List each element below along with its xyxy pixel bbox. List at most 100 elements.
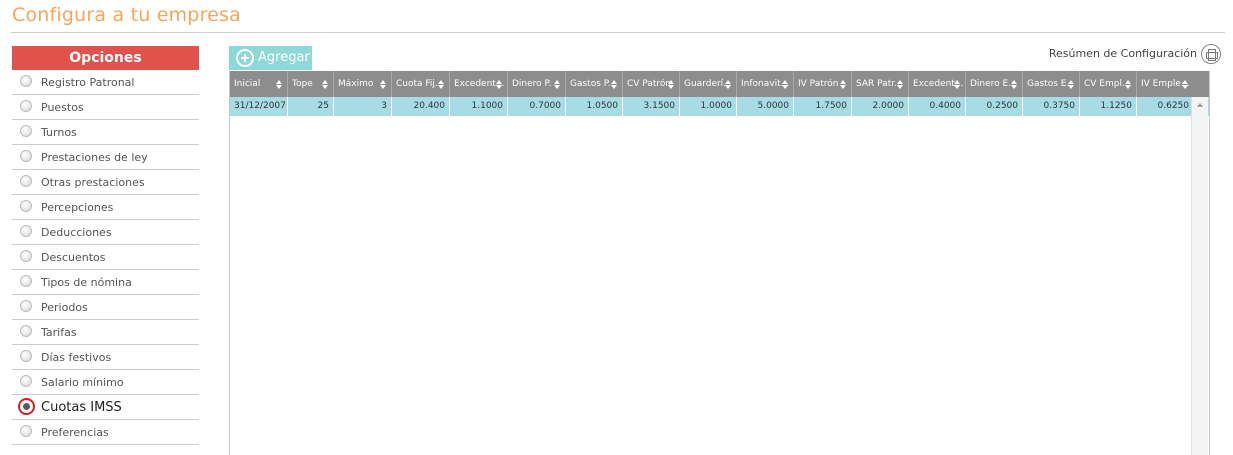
cuotas-imss-grid: Inicial Tope Máximo Cuota Fij... Excedent...… xyxy=(229,71,1210,455)
sidebar-item-cuotas-imss[interactable]: Cuotas IMSS xyxy=(12,395,199,420)
sort-icon[interactable] xyxy=(276,80,283,89)
sidebar-item-registro-patronal[interactable]: Registro Patronal xyxy=(12,70,199,95)
sort-icon[interactable] xyxy=(496,80,503,89)
sidebar-item-deducciones[interactable]: Deducciones xyxy=(12,220,199,245)
table-cell: 0.6250 xyxy=(1137,97,1194,116)
sort-icon[interactable] xyxy=(897,80,904,89)
sort-icon[interactable] xyxy=(954,80,961,89)
sidebar-item-label: Días festivos xyxy=(41,351,112,364)
sort-icon[interactable] xyxy=(611,80,618,89)
sidebar-item-label: Deducciones xyxy=(41,226,112,239)
column-header[interactable]: Infonavit... xyxy=(737,71,794,97)
table-cell: 1.0500 xyxy=(566,97,623,116)
column-header[interactable]: IV Emple... xyxy=(1137,71,1194,97)
sidebar-item-prestaciones-de-ley[interactable]: Prestaciones de ley xyxy=(12,145,199,170)
radio-unselected-icon[interactable] xyxy=(20,100,32,112)
sort-icon[interactable] xyxy=(380,80,387,89)
sort-icon[interactable] xyxy=(554,80,561,89)
column-header[interactable]: Guarderí... xyxy=(680,71,737,97)
sort-icon[interactable] xyxy=(1182,80,1189,89)
scroll-up-icon[interactable] xyxy=(1197,103,1203,107)
sidebar-item-label: Tipos de nómina xyxy=(41,276,132,289)
sidebar-item-label: Cuotas IMSS xyxy=(41,400,122,415)
sidebar-item-otras-prestaciones[interactable]: Otras prestaciones xyxy=(12,170,199,195)
radio-unselected-icon[interactable] xyxy=(20,200,32,212)
sort-icon[interactable] xyxy=(438,80,445,89)
sort-icon[interactable] xyxy=(322,80,329,89)
column-header[interactable]: CV Empl... xyxy=(1080,71,1137,97)
sort-icon[interactable] xyxy=(1125,80,1132,89)
sort-icon[interactable] xyxy=(840,80,847,89)
sidebar-item-tarifas[interactable]: Tarifas xyxy=(12,320,199,345)
radio-unselected-icon[interactable] xyxy=(20,250,32,262)
sidebar-item-percepciones[interactable]: Percepciones xyxy=(12,195,199,220)
sidebar-item-puestos[interactable]: Puestos xyxy=(12,95,199,120)
column-header[interactable]: Tope xyxy=(288,71,334,97)
radio-unselected-icon[interactable] xyxy=(20,150,32,162)
column-header-label: CV Patrón xyxy=(627,79,672,89)
sidebar-item-preferencias[interactable]: Preferencias xyxy=(12,420,199,445)
column-header-label: Máximo xyxy=(338,79,374,89)
radio-unselected-icon[interactable] xyxy=(20,300,32,312)
radio-unselected-icon[interactable] xyxy=(20,175,32,187)
column-header-label: Gastos P. xyxy=(570,79,611,89)
sort-icon[interactable] xyxy=(782,80,789,89)
table-cell: 3.1500 xyxy=(623,97,680,116)
title-divider xyxy=(11,32,1225,33)
sort-icon[interactable] xyxy=(1011,80,1018,89)
radio-unselected-icon[interactable] xyxy=(20,75,32,87)
column-header-label: IV Patrón xyxy=(798,79,839,89)
column-header[interactable]: Dinero P. xyxy=(508,71,566,97)
column-header[interactable]: Excedent... xyxy=(909,71,966,97)
grid-header-row: Inicial Tope Máximo Cuota Fij... Excedent...… xyxy=(230,71,1209,97)
sidebar-item-tipos-de-nómina[interactable]: Tipos de nómina xyxy=(12,270,199,295)
radio-selected-icon[interactable] xyxy=(18,398,35,415)
table-cell: 0.7000 xyxy=(508,97,566,116)
sort-icon[interactable] xyxy=(725,80,732,89)
grid-scrollbar[interactable] xyxy=(1191,97,1208,455)
print-icon[interactable] xyxy=(1201,44,1221,64)
column-header[interactable]: Gastos P. xyxy=(566,71,623,97)
radio-unselected-icon[interactable] xyxy=(20,350,32,362)
sidebar-item-periodos[interactable]: Periodos xyxy=(12,295,199,320)
add-button[interactable]: Agregar xyxy=(229,46,312,70)
sidebar-item-label: Registro Patronal xyxy=(41,76,135,89)
column-header[interactable]: Excedent... xyxy=(450,71,508,97)
column-header[interactable]: Gastos E. xyxy=(1023,71,1080,97)
column-header[interactable]: Dinero E. xyxy=(966,71,1023,97)
configuration-summary-link[interactable]: Resúmen de Configuración xyxy=(1049,46,1197,62)
column-header-label: Tope xyxy=(292,79,313,89)
table-cell: 0.3750 xyxy=(1023,97,1080,116)
add-button-label: Agregar xyxy=(258,50,310,65)
column-header[interactable]: Máximo xyxy=(334,71,392,97)
table-cell: 0.4000 xyxy=(909,97,966,116)
sidebar-item-días-festivos[interactable]: Días festivos xyxy=(12,345,199,370)
sidebar-item-label: Preferencias xyxy=(41,426,109,439)
sidebar-item-descuentos[interactable]: Descuentos xyxy=(12,245,199,270)
column-header-label: Inicial xyxy=(234,79,261,89)
column-header-label: Gastos E. xyxy=(1027,79,1070,89)
radio-unselected-icon[interactable] xyxy=(20,225,32,237)
column-header[interactable]: Inicial xyxy=(230,71,288,97)
radio-unselected-icon[interactable] xyxy=(20,425,32,437)
sort-icon[interactable] xyxy=(668,80,675,89)
radio-unselected-icon[interactable] xyxy=(20,325,32,337)
column-header[interactable]: CV Patrón xyxy=(623,71,680,97)
sort-icon[interactable] xyxy=(1068,80,1075,89)
sidebar-item-salario-mínimo[interactable]: Salario mínimo xyxy=(12,370,199,395)
radio-unselected-icon[interactable] xyxy=(20,125,32,137)
sidebar-item-label: Descuentos xyxy=(41,251,106,264)
column-header-label: Cuota Fij... xyxy=(396,79,444,89)
table-row[interactable]: 31/12/2007 25 3 20.400 1.1000 0.7000 1.0500 3.1… xyxy=(230,97,1209,116)
column-header[interactable]: SAR Patr... xyxy=(852,71,909,97)
table-cell: 0.2500 xyxy=(966,97,1023,116)
column-header-label: CV Empl... xyxy=(1084,79,1131,89)
radio-unselected-icon[interactable] xyxy=(20,375,32,387)
sidebar-item-turnos[interactable]: Turnos xyxy=(12,120,199,145)
radio-unselected-icon[interactable] xyxy=(20,275,32,287)
column-header[interactable]: IV Patrón xyxy=(794,71,852,97)
page-title: Configura a tu empresa xyxy=(12,4,241,26)
column-header[interactable]: Cuota Fij... xyxy=(392,71,450,97)
sidebar-item-label: Tarifas xyxy=(41,326,77,339)
grid-body: 31/12/2007 25 3 20.400 1.1000 0.7000 1.0500 3.1… xyxy=(230,97,1209,116)
